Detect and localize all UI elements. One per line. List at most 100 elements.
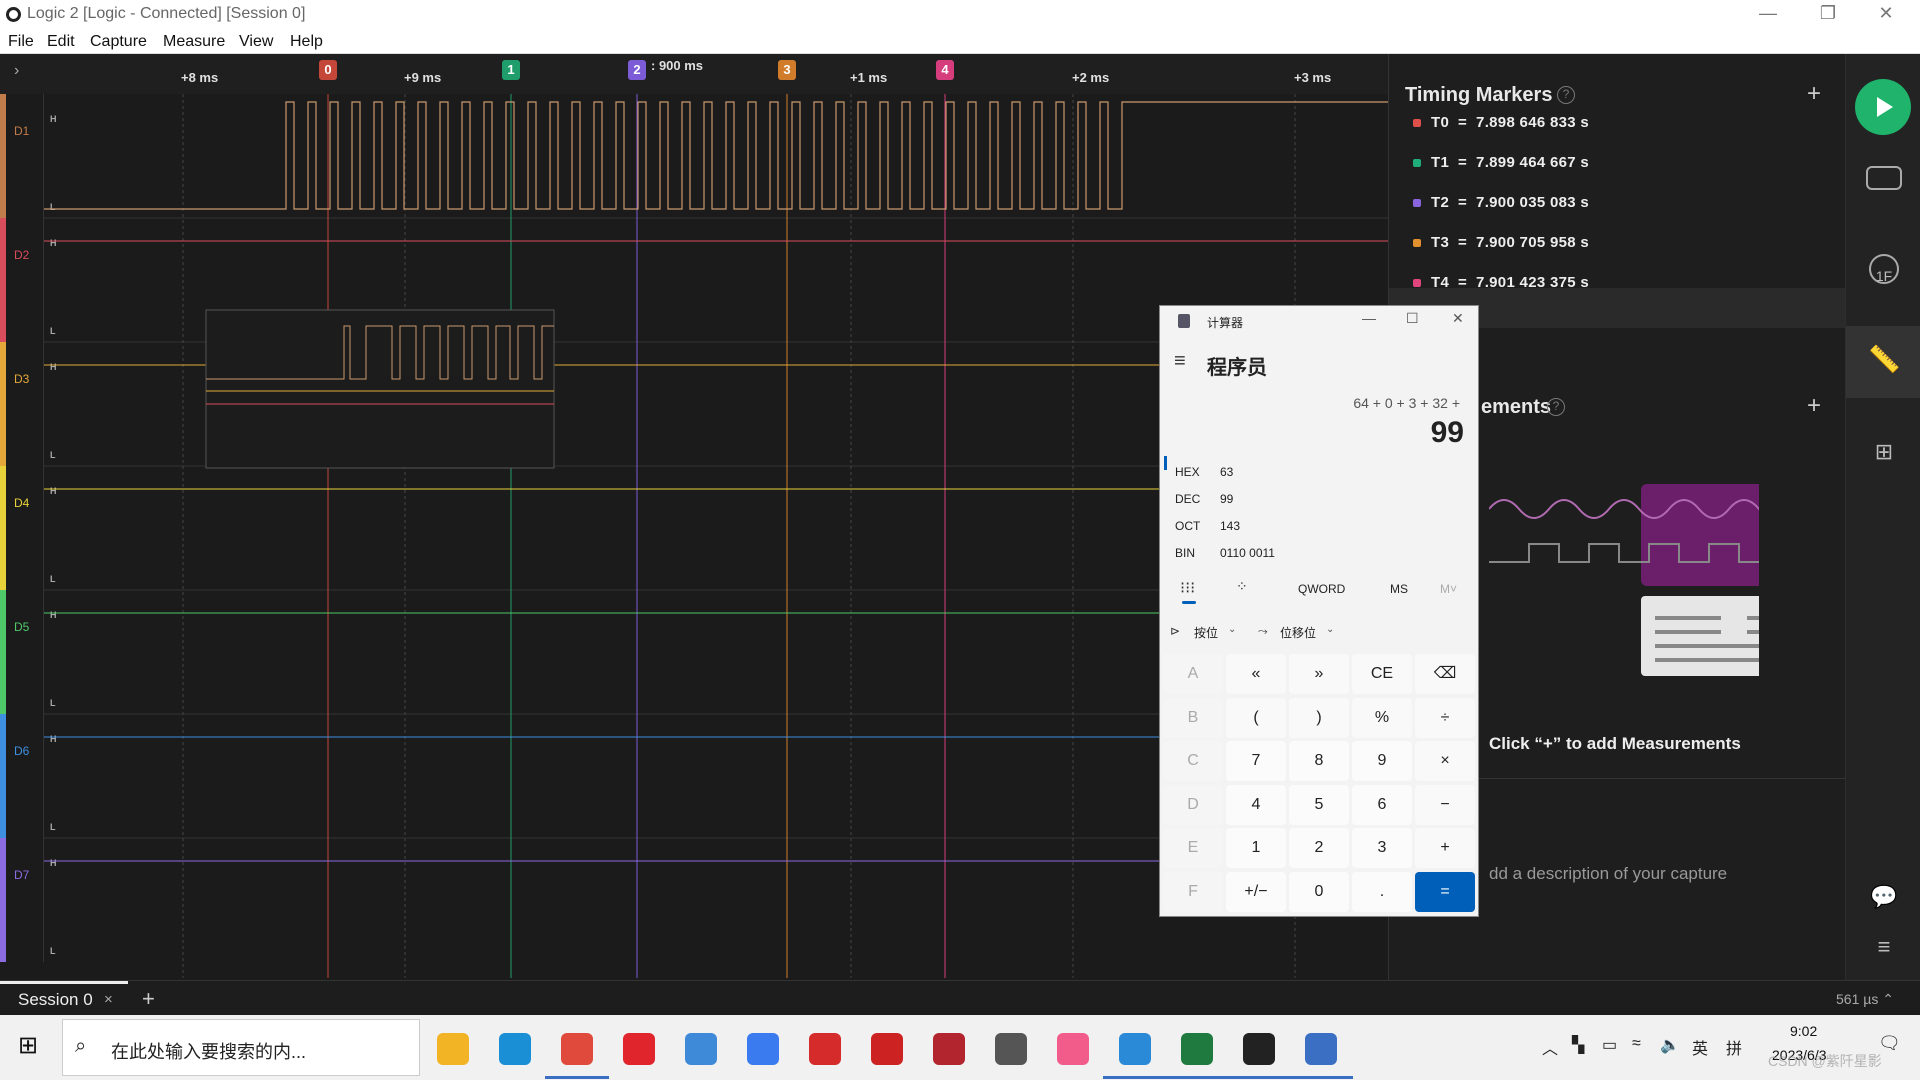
wps-icon[interactable] — [809, 1033, 841, 1065]
menu-measure[interactable]: Measure — [163, 33, 225, 51]
calc-key[interactable]: 9 — [1352, 741, 1412, 781]
calc-key[interactable]: ⌫ — [1415, 654, 1475, 694]
minimize-button[interactable]: — — [1362, 310, 1376, 326]
analyzers-icon[interactable]: 1F — [1869, 254, 1899, 284]
feishu-icon[interactable] — [747, 1033, 779, 1065]
calc-key[interactable]: 8 — [1289, 741, 1349, 781]
menu-capture[interactable]: Capture — [90, 33, 147, 51]
taskbar-search-box[interactable]: ⌕ 在此处输入要搜索的内... — [62, 1019, 420, 1076]
add-measurement-button[interactable]: + — [1807, 392, 1821, 420]
serial-icon[interactable] — [933, 1033, 965, 1065]
timing-marker-flag[interactable]: 4 — [936, 60, 954, 80]
bitwise-dropdown[interactable]: 按位 — [1194, 624, 1218, 641]
calc-key[interactable]: B — [1163, 697, 1223, 738]
calc-key[interactable]: + — [1415, 828, 1475, 868]
calc-key[interactable]: A — [1163, 654, 1223, 694]
timing-marker-flag[interactable]: 0 — [319, 60, 337, 80]
vscode-icon[interactable] — [1119, 1033, 1151, 1065]
word-size-button[interactable]: QWORD — [1298, 582, 1345, 596]
maximize-button[interactable]: ☐ — [1406, 310, 1419, 327]
timing-marker-row[interactable]: T0 = 7.898 646 833 s — [1413, 114, 1589, 131]
memory-recall-button[interactable]: M˅ — [1440, 582, 1457, 596]
calc-key[interactable]: 4 — [1226, 784, 1286, 825]
clock-time[interactable]: 9:02 — [1790, 1023, 1817, 1039]
youdao-icon[interactable] — [623, 1033, 655, 1065]
edge-icon[interactable] — [499, 1033, 531, 1065]
battery-icon[interactable]: ▭ — [1602, 1035, 1617, 1055]
hamburger-menu-icon[interactable]: ≡ — [1174, 350, 1186, 373]
minimize-button[interactable]: — — [1748, 3, 1788, 24]
timing-marker-flag[interactable]: 1 — [502, 60, 520, 80]
extensions-icon[interactable]: ⊞ — [1864, 439, 1904, 479]
menu-file[interactable]: File — [8, 33, 34, 51]
calc-key[interactable]: = — [1415, 871, 1475, 912]
radix-row[interactable]: OCT 143 — [1175, 519, 1240, 533]
calc-key[interactable]: 2 — [1289, 828, 1349, 868]
calc-key[interactable]: » — [1289, 654, 1349, 694]
timing-marker-row[interactable]: T2 = 7.900 035 083 s — [1413, 194, 1589, 211]
timing-markers-tab[interactable]: 📏 — [1846, 326, 1920, 398]
bilibili-icon[interactable] — [1057, 1033, 1089, 1065]
full-keypad-icon[interactable]: ⁝⁝⁝ — [1180, 578, 1195, 598]
time-ruler[interactable]: › +8 ms +9 ms +1 ms +2 ms +3 ms : 900 ms… — [0, 54, 1388, 94]
ime-language[interactable]: 英 — [1692, 1035, 1708, 1059]
calc-key[interactable]: % — [1352, 697, 1412, 738]
windows-start-icon[interactable]: ⊞ — [18, 1031, 38, 1060]
feedback-icon[interactable]: 💬 — [1864, 884, 1904, 924]
close-session-icon[interactable]: × — [104, 991, 113, 1008]
radix-row[interactable]: HEX 63 — [1175, 465, 1233, 479]
calc-key[interactable]: E — [1163, 828, 1223, 868]
logic-icon[interactable] — [1243, 1033, 1275, 1065]
restore-button[interactable]: ❐ — [1808, 3, 1848, 24]
close-button[interactable]: ✕ — [1866, 3, 1906, 24]
capture-description-input[interactable]: dd a description of your capture — [1489, 864, 1727, 884]
volume-icon[interactable]: 🔈 — [1660, 1035, 1680, 1055]
timing-marker-flag[interactable]: 3 — [778, 60, 796, 80]
channel-label[interactable]: D5 — [0, 590, 44, 714]
radix-row[interactable]: BIN 0110 0011 — [1175, 546, 1275, 560]
tray-app-icon[interactable]: ▚ — [1572, 1035, 1584, 1055]
explorer-icon[interactable] — [437, 1033, 469, 1065]
menu-view[interactable]: View — [239, 33, 273, 51]
calc-key[interactable]: ÷ — [1415, 697, 1475, 738]
sample-rate-readout[interactable]: 561 µs ⌃ — [1836, 991, 1894, 1008]
bitshift-dropdown[interactable]: 位移位 — [1280, 624, 1316, 641]
calc-key[interactable]: 3 — [1352, 828, 1412, 868]
close-button[interactable]: ✕ — [1452, 310, 1464, 327]
channel-label[interactable]: D2 — [0, 218, 44, 342]
channel-label[interactable]: D6 — [0, 714, 44, 838]
calc-key[interactable]: C — [1163, 741, 1223, 781]
timing-marker-row[interactable]: T3 = 7.900 705 958 s — [1413, 234, 1589, 251]
add-timing-marker-button[interactable]: + — [1807, 80, 1821, 108]
excel-icon[interactable] — [1181, 1033, 1213, 1065]
calc-key[interactable]: CE — [1352, 654, 1412, 694]
channel-label[interactable]: D7 — [0, 838, 44, 962]
menu-edit[interactable]: Edit — [47, 33, 75, 51]
calculator-icon[interactable] — [1305, 1033, 1337, 1065]
help-icon[interactable]: ? — [1557, 86, 1575, 104]
calc-key[interactable]: F — [1163, 871, 1223, 912]
timing-marker-row[interactable]: T1 = 7.899 464 667 s — [1413, 154, 1589, 171]
wifi-icon[interactable]: ≈ — [1632, 1035, 1641, 1053]
twitch-icon[interactable] — [995, 1033, 1027, 1065]
device-icon[interactable] — [1866, 166, 1902, 190]
bit-toggle-keypad-icon[interactable]: ⁘ — [1236, 578, 1248, 595]
calc-key[interactable]: − — [1415, 784, 1475, 825]
session-tab[interactable]: Session 0 — [18, 990, 93, 1010]
tray-overflow-icon[interactable]: ︿ — [1542, 1035, 1558, 1059]
menu-help[interactable]: Help — [290, 33, 323, 51]
channel-label[interactable]: D3 — [0, 342, 44, 466]
cloud-icon[interactable] — [685, 1033, 717, 1065]
notification-icon[interactable]: 🗨 — [1878, 1033, 1901, 1054]
calc-key[interactable]: 6 — [1352, 784, 1412, 825]
chrome-icon[interactable] — [561, 1033, 593, 1065]
calc-key[interactable]: 5 — [1289, 784, 1349, 825]
add-session-button[interactable]: + — [142, 986, 155, 1012]
calc-key[interactable]: 7 — [1226, 741, 1286, 781]
radix-row[interactable]: DEC 99 — [1175, 492, 1233, 506]
calc-key[interactable]: 0 — [1289, 871, 1349, 912]
calc-key[interactable]: × — [1415, 741, 1475, 781]
menu-icon[interactable]: ≡ — [1864, 934, 1904, 974]
calc-key[interactable]: « — [1226, 654, 1286, 694]
channel-label[interactable]: D4 — [0, 466, 44, 590]
